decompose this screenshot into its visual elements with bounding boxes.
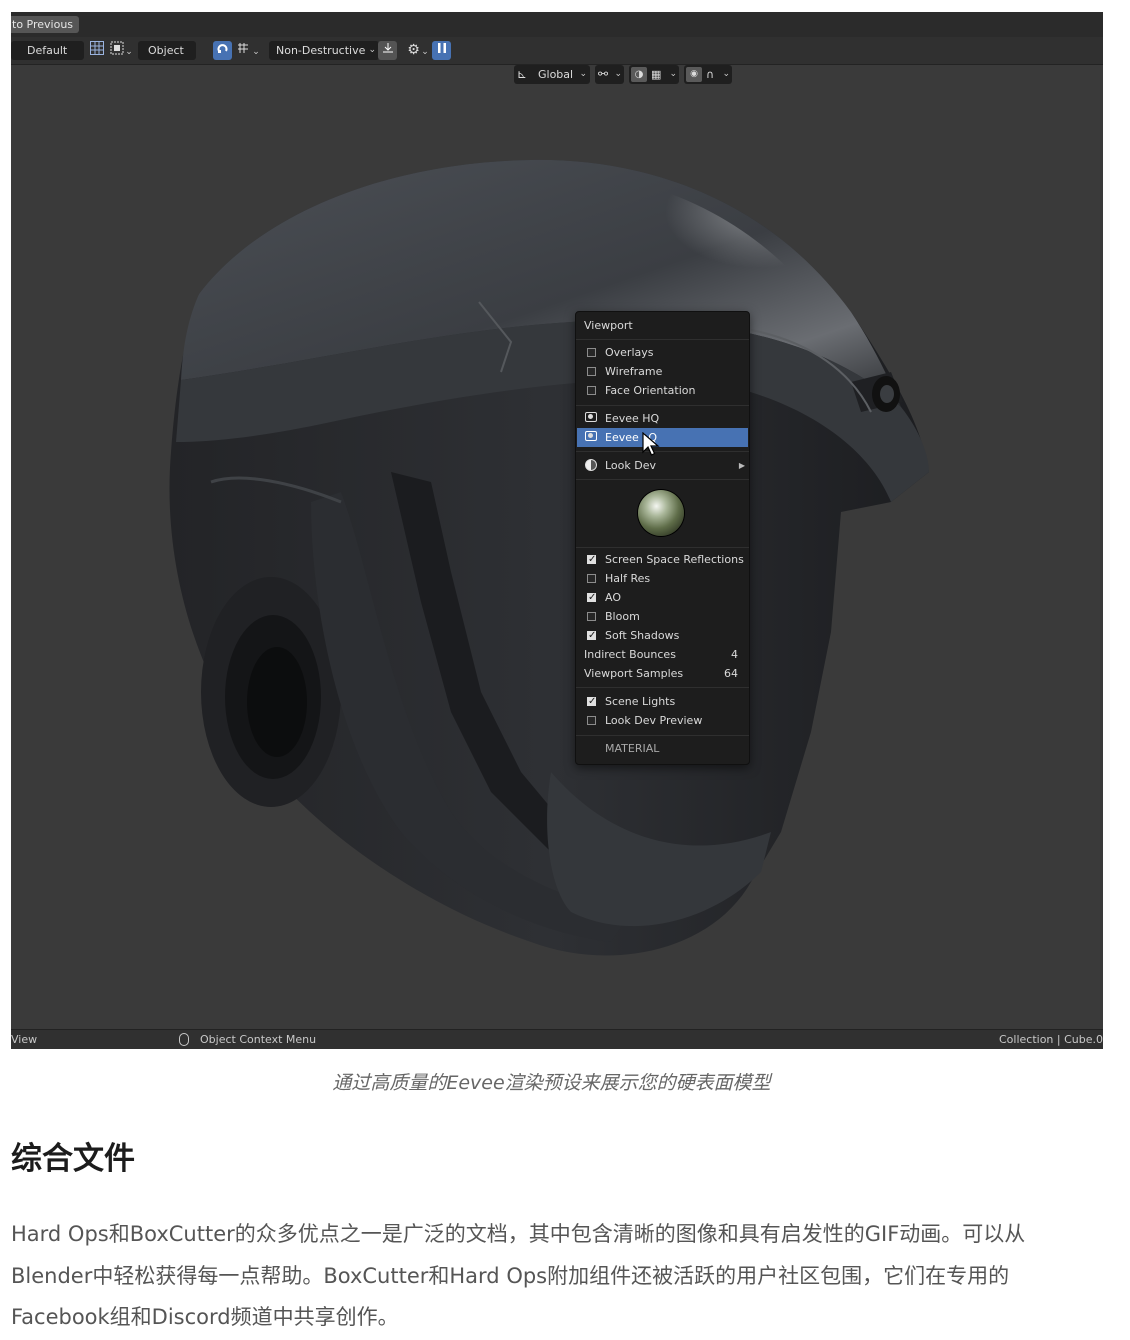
overlays-label: Overlays: [605, 346, 654, 359]
camera-icon: [585, 412, 597, 422]
workspace-dropdown[interactable]: Default: [11, 41, 84, 60]
status-left: View: [11, 1033, 38, 1046]
look-dev-preview-label: Look Dev Preview: [605, 714, 703, 727]
boxcutter-mode-label: Non-Destructive: [276, 44, 366, 57]
bloom-label: Bloom: [605, 610, 640, 623]
mouse-icon: [179, 1033, 189, 1046]
ao-toggle[interactable]: AO: [576, 588, 749, 607]
ssr-checkbox[interactable]: [587, 550, 596, 569]
status-context-menu: Object Context Menu: [200, 1033, 317, 1046]
look-dev-preview-toggle[interactable]: Look Dev Preview: [576, 711, 749, 730]
magnet-icon[interactable]: ◑: [631, 67, 647, 82]
orientation-label: Global: [538, 68, 574, 81]
look-dev-preview-checkbox[interactable]: [587, 716, 596, 725]
grid-icon[interactable]: [87, 41, 106, 60]
mode-dropdown[interactable]: Object: [138, 41, 196, 60]
orientation-axis-icon: ⊾: [517, 67, 528, 81]
snap-target-icon[interactable]: [233, 41, 252, 60]
snap-increment-icon[interactable]: ▦: [651, 65, 661, 84]
status-bar: View Object Context Menu Collection | Cu…: [11, 1029, 1103, 1049]
falloff-icon[interactable]: ∩: [706, 65, 714, 84]
soft-shadows-toggle[interactable]: Soft Shadows: [576, 626, 749, 645]
face-orientation-toggle[interactable]: Face Orientation: [576, 381, 749, 400]
pivot-icon[interactable]: ⚯ ⌄: [595, 65, 624, 84]
transform-orientation-dropdown[interactable]: ⊾ Global ⌄: [514, 65, 590, 84]
face-orientation-checkbox[interactable]: [587, 386, 596, 395]
chevron-down-icon[interactable]: ⌄: [124, 41, 134, 60]
back-to-previous-button[interactable]: to Previous: [11, 16, 80, 33]
viewport-header: Default ⌄ Object ⌄ Non-Destructive ⌄ ⚙ ⌄: [11, 37, 1103, 65]
look-dev-label: Look Dev: [605, 459, 657, 472]
face-orientation-label: Face Orientation: [605, 384, 696, 397]
apply-download-icon[interactable]: [378, 41, 397, 60]
mouse-cursor-icon: [642, 432, 660, 456]
hdri-preview-sphere[interactable]: [638, 490, 684, 536]
scene-lights-toggle[interactable]: Scene Lights: [576, 692, 749, 711]
divider: [576, 735, 749, 736]
workspace-label: Default: [27, 44, 68, 57]
top-bar: to Previous: [11, 12, 1103, 37]
divider: [576, 687, 749, 688]
snapping-group[interactable]: ◑ ▦ ⌄: [629, 65, 679, 84]
indirect-bounces-label: Indirect Bounces: [584, 648, 676, 661]
scene-lights-checkbox[interactable]: [587, 692, 596, 711]
divider: [576, 451, 749, 452]
eevee-hq-label: Eevee HQ: [605, 412, 660, 425]
overlays-checkbox[interactable]: [587, 348, 596, 357]
soft-shadows-checkbox[interactable]: [587, 626, 596, 645]
blender-screenshot: to Previous Default ⌄ Object ⌄ Non-Destr…: [11, 12, 1103, 1049]
submenu-arrow-icon: ▶: [738, 461, 745, 470]
helmet-render: [169, 159, 929, 956]
chevron-down-icon[interactable]: ⌄: [420, 41, 430, 60]
divider: [576, 405, 749, 406]
ssr-label: Screen Space Reflections: [605, 553, 744, 566]
look-dev-icon: [585, 459, 597, 471]
snap-icon[interactable]: [213, 41, 232, 60]
divider: [576, 547, 749, 548]
boxcutter-mode-dropdown[interactable]: Non-Destructive ⌄: [269, 41, 379, 60]
divider: [576, 339, 749, 340]
ao-label: AO: [605, 591, 621, 604]
viewport-samples-field[interactable]: Viewport Samples 64: [576, 664, 749, 683]
ao-checkbox[interactable]: [587, 588, 596, 607]
status-collection: Collection | Cube.0: [998, 1033, 1103, 1046]
body-paragraph: Hard Ops和BoxCutter的众多优点之一是广泛的文档，其中包含清晰的图…: [11, 1222, 1026, 1329]
viewport-samples-label: Viewport Samples: [584, 667, 684, 680]
bloom-checkbox[interactable]: [587, 612, 596, 621]
eevee-lq-item[interactable]: Eevee LQ: [577, 428, 748, 447]
mode-label: Object: [148, 44, 184, 57]
menu-title-label: Viewport: [584, 319, 633, 332]
divider: [576, 479, 749, 480]
menu-title: Viewport: [576, 316, 749, 335]
scene-lights-label: Scene Lights: [605, 695, 676, 708]
viewport-render-menu: Viewport Overlays Wireframe Face Orienta…: [575, 311, 750, 765]
ssr-toggle[interactable]: Screen Space Reflections: [576, 550, 749, 569]
bloom-toggle[interactable]: Bloom: [576, 607, 749, 626]
viewport-samples-value[interactable]: 64: [724, 664, 738, 683]
pause-icon[interactable]: [432, 41, 451, 60]
material-label: MATERIAL: [605, 742, 660, 755]
half-res-label: Half Res: [605, 572, 651, 585]
overlays-toggle[interactable]: Overlays: [576, 343, 749, 362]
indirect-bounces-value[interactable]: 4: [731, 645, 738, 664]
material-item[interactable]: MATERIAL: [576, 739, 749, 758]
section-heading: 综合文件: [11, 1141, 135, 1177]
proportional-icon[interactable]: ◉: [686, 67, 702, 82]
chevron-down-icon: ⌄: [368, 45, 376, 55]
camera-icon: [585, 431, 597, 441]
indirect-bounces-field[interactable]: Indirect Bounces 4: [576, 645, 749, 664]
wireframe-label: Wireframe: [605, 365, 663, 378]
look-dev-submenu[interactable]: Look Dev ▶: [576, 456, 749, 475]
wireframe-toggle[interactable]: Wireframe: [576, 362, 749, 381]
wireframe-checkbox[interactable]: [587, 367, 596, 376]
soft-shadows-label: Soft Shadows: [605, 629, 680, 642]
half-res-checkbox[interactable]: [587, 574, 596, 583]
eevee-hq-item[interactable]: Eevee HQ: [576, 409, 749, 428]
chevron-down-icon: ⌄: [579, 69, 587, 79]
proportional-edit-group[interactable]: ◉ ∩ ⌄: [684, 65, 732, 84]
image-caption: 通过高质量的Eevee渲染预设来展示您的硬表面模型: [332, 1072, 771, 1094]
chevron-down-icon[interactable]: ⌄: [251, 41, 261, 60]
half-res-toggle[interactable]: Half Res: [576, 569, 749, 588]
